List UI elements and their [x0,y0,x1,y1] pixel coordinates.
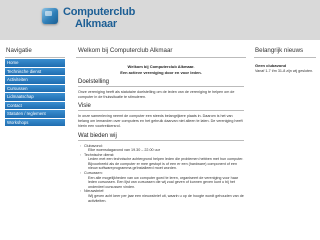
list-item-body: Wij geven acht keer per jaar een nieuwsb… [88,194,244,203]
site-title-line1[interactable]: Computerclub [63,7,135,18]
visie-text: In onze samenleving neemt de computer ee… [78,114,243,128]
page: Computerclub Alkmaar Navigatie Home Tech… [0,0,320,240]
section-heading-bieden: Wat bieden wij [78,133,244,141]
welcome-line2: Een actieve vereniging door en voor lede… [120,69,202,75]
list-item-title: Clubavond: [84,143,103,148]
page-title: Welkom bij Computerclub Alkmaar [76,45,246,58]
news-title: Belangrijk nieuws [254,45,316,58]
offer-list: Clubavond: Elke woensdagavond van 19.30 … [80,144,246,204]
news-text: Vanaf 1-7 t/m 31-8 zijn wij gesloten. [255,69,314,73]
list-item-title: Technische dienst: [84,152,115,157]
sidebar-title: Navigatie [5,45,65,58]
site-header: Computerclub Alkmaar [0,0,320,40]
section-heading-doelstelling: Doelstelling [78,79,244,87]
news-column: Belangrijk nieuws Geen clubavond Vanaf 1… [254,45,316,74]
sidebar: Navigatie Home Technische dienst Activit… [5,45,65,126]
computer-logo-icon[interactable] [42,8,58,24]
doelstelling-text: Onze vereniging heeft als statutaire doe… [78,90,235,99]
nav-item-cursussen[interactable]: Cursussen [5,84,65,92]
nav-item-technische-dienst[interactable]: Technische dienst [5,67,65,75]
main-container: Navigatie Home Technische dienst Activit… [0,40,320,240]
list-item-title: Cursussen: [84,171,103,176]
welcome-message: Welkom bij Computerclub Alkmaar. Een act… [76,64,246,75]
list-item: Technische dienst: Leden met een technis… [80,153,246,171]
list-item-body: Een alle mogelijkheden van uw computer g… [88,175,239,189]
news-heading: Geen clubavond [255,63,287,68]
nav-item-statuten[interactable]: Statuten / reglement [5,110,65,118]
nav-item-contact[interactable]: Contact [5,101,65,109]
list-item: Cursussen: Een alle mogelijkheden van uw… [80,171,246,189]
list-item: Nieuwsbrief: Wij geven acht keer per jaa… [80,189,246,203]
list-item-body: Leden met een technische achtergrond hel… [88,157,244,171]
list-item: Clubavond: Elke woensdagavond van 19.30 … [80,144,246,153]
nav-item-home[interactable]: Home [5,59,65,67]
list-item-title: Nieuwsbrief: [84,189,105,194]
main-content: Welkom bij Computerclub Alkmaar Welkom b… [76,45,246,240]
nav-item-activiteiten[interactable]: Activiteiten [5,76,65,84]
nav-item-lidmaatschap[interactable]: Lidmaatschap [5,93,65,101]
site-title-line2[interactable]: Alkmaar [75,19,117,30]
nav-item-workshops[interactable]: Workshops [5,118,65,126]
section-heading-visie: Visie [78,103,244,112]
